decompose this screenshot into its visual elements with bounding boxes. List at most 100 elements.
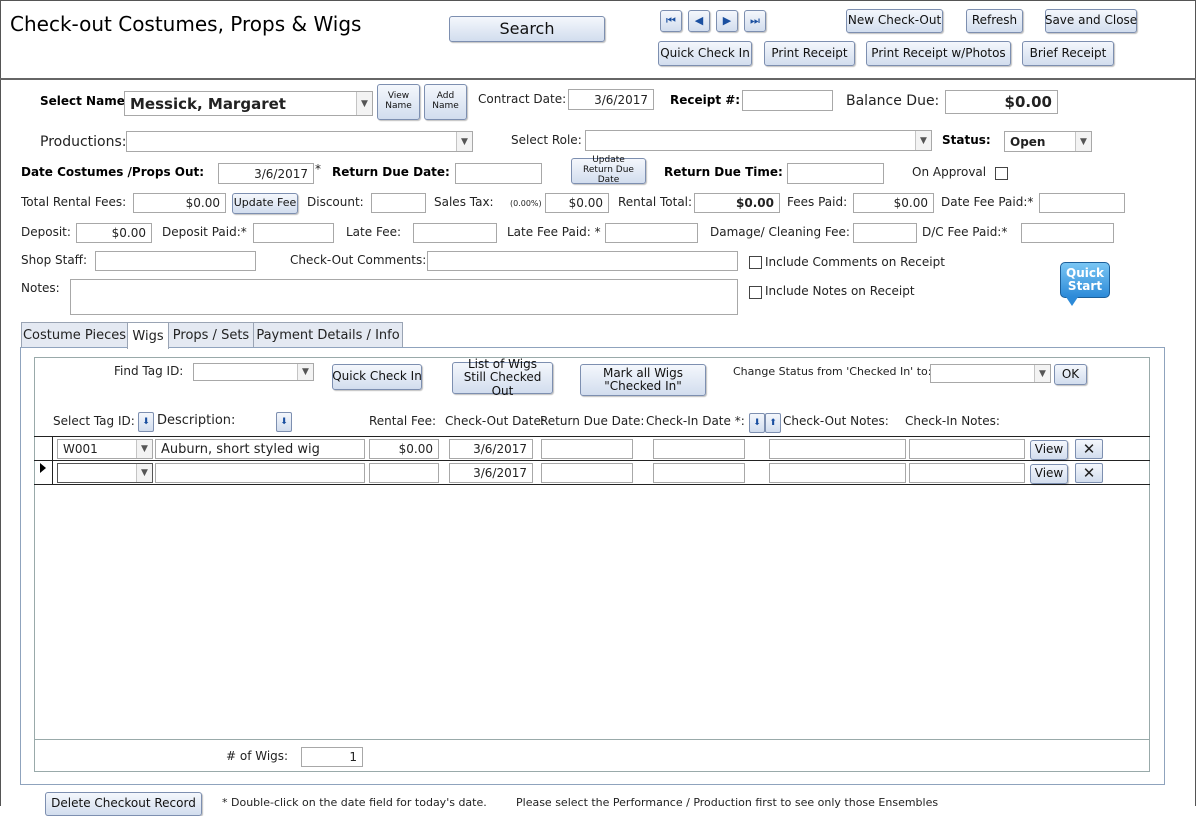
sales-tax-percent: (0.00%) [510,199,542,208]
date-fee-paid-field[interactable] [1039,193,1125,213]
row-checkout-date-field[interactable]: 3/6/2017 [449,463,533,483]
sort-checkin-down-button[interactable]: ⬇ [749,413,765,433]
row-delete-button[interactable]: ✕ [1075,463,1103,483]
return-due-date-field[interactable] [455,163,542,184]
row-description-field[interactable] [155,463,365,483]
row-checkin-date-field[interactable] [653,439,745,459]
include-notes-checkbox[interactable] [749,286,762,299]
status-label: Status: [942,133,991,147]
tab-payment-details[interactable]: Payment Details / Info [253,322,403,348]
chevron-down-icon[interactable]: ▼ [136,464,152,482]
row-rental-fee-field[interactable]: $0.00 [369,439,439,459]
row-view-button[interactable]: View [1030,464,1068,484]
row-delete-button[interactable]: ✕ [1075,439,1103,459]
row-tag-combo[interactable]: ▼ [57,463,153,483]
wigs-quick-check-in-button[interactable]: Quick Check In [332,364,422,390]
chevron-down-icon[interactable]: ▼ [136,440,152,458]
print-receipt-button[interactable]: Print Receipt [764,41,855,66]
productions-combo[interactable]: ▼ [126,131,473,152]
deposit-field[interactable]: $0.00 [76,223,152,243]
update-return-due-date-button[interactable]: Update Return Due Date [571,155,646,185]
checkout-comments-label: Check-Out Comments: [290,253,427,267]
row-return-due-date-field[interactable] [541,439,633,459]
sort-tag-button[interactable]: ⬇ [138,412,154,432]
last-record-icon: ⏭ [750,13,760,27]
return-due-time-label: Return Due Time: [664,165,783,179]
list-wigs-checked-out-button[interactable]: List of Wigs Still Checked Out [452,358,553,397]
shop-staff-field[interactable] [95,251,256,271]
chevron-down-icon[interactable]: ▼ [297,364,313,380]
sort-up-icon: ⬆ [769,418,777,428]
select-name-label: Select Name: [40,94,130,108]
search-button[interactable]: Search [449,16,605,42]
row-checkout-notes-field[interactable] [769,463,906,483]
brief-receipt-button[interactable]: Brief Receipt [1022,41,1114,66]
row-checkin-notes-field[interactable] [909,439,1025,459]
row-checkout-date-field[interactable]: 3/6/2017 [449,439,533,459]
next-record-button[interactable]: ▶ [716,10,738,32]
row-checkin-date-field[interactable] [653,463,745,483]
sort-checkin-up-button[interactable]: ⬆ [765,413,781,433]
first-record-button[interactable]: ⏮ [660,10,682,32]
checkout-comments-field[interactable] [427,251,738,271]
sort-description-button[interactable]: ⬇ [276,412,292,432]
date-out-field[interactable]: 3/6/2017 [218,163,314,184]
row-view-button[interactable]: View [1030,440,1068,460]
find-tag-combo[interactable]: ▼ [193,363,314,381]
status-combo[interactable]: Open ▼ [1004,131,1092,152]
dc-fee-paid-field[interactable] [1021,223,1114,243]
ok-button[interactable]: OK [1054,364,1087,385]
fees-paid-label: Fees Paid: [787,195,848,209]
select-role-combo[interactable]: ▼ [585,130,932,151]
mark-all-wigs-checked-in-button[interactable]: Mark all Wigs "Checked In" [580,364,706,396]
fees-paid-field[interactable]: $0.00 [853,193,934,213]
chevron-down-icon[interactable]: ▼ [456,132,472,151]
productions-label: Productions: [40,134,127,150]
sales-tax-field: $0.00 [545,193,609,213]
row-return-due-date-field[interactable] [541,463,633,483]
row-checkout-notes-field[interactable] [769,439,906,459]
last-record-button[interactable]: ⏭ [744,10,766,32]
receipt-field[interactable] [742,90,833,111]
damage-fee-field[interactable] [853,223,917,243]
previous-record-button[interactable]: ◀ [688,10,710,32]
select-name-combo[interactable]: Messick, Margaret ▼ [124,91,373,116]
contract-date-field[interactable]: 3/6/2017 [568,89,654,110]
quick-start-button[interactable]: Quick Start [1060,262,1110,298]
row-tag-combo[interactable]: W001 ▼ [57,439,153,459]
view-name-button[interactable]: View Name [377,84,420,120]
return-due-time-field[interactable] [787,163,884,184]
include-comments-checkbox[interactable] [749,256,762,269]
late-fee-paid-field[interactable] [605,223,698,243]
delete-checkout-record-button[interactable]: Delete Checkout Record [45,792,202,816]
tab-props-sets[interactable]: Props / Sets [168,322,254,348]
balance-due-field: $0.00 [945,90,1058,114]
chevron-down-icon[interactable]: ▼ [1075,132,1091,151]
save-and-close-button[interactable]: Save and Close [1045,9,1137,33]
row-checkin-notes-field[interactable] [909,463,1025,483]
add-name-button[interactable]: Add Name [424,84,467,120]
refresh-button[interactable]: Refresh [966,9,1023,33]
select-production-note: Please select the Performance / Producti… [516,796,939,809]
page-title: Check-out Costumes, Props & Wigs [10,12,362,36]
deposit-paid-field[interactable] [253,223,334,243]
tab-wigs[interactable]: Wigs [127,322,169,349]
chevron-down-icon[interactable]: ▼ [915,131,931,150]
change-status-combo[interactable]: ▼ [930,364,1051,383]
row-rental-fee-field[interactable] [369,463,439,483]
chevron-down-icon[interactable]: ▼ [356,92,372,115]
quick-check-in-button[interactable]: Quick Check In [658,41,752,66]
total-rental-label: Total Rental Fees: [21,195,127,209]
on-approval-checkbox[interactable] [995,167,1008,180]
tab-costume-pieces[interactable]: Costume Pieces [21,322,128,348]
late-fee-paid-label: Late Fee Paid: * [507,225,601,239]
late-fee-field[interactable] [413,223,497,243]
return-due-date-label: Return Due Date: [332,165,450,179]
chevron-down-icon[interactable]: ▼ [1034,365,1050,382]
new-checkout-button[interactable]: New Check-Out [846,9,943,33]
discount-field[interactable] [371,193,426,213]
notes-field[interactable] [70,279,738,315]
print-receipt-with-photos-button[interactable]: Print Receipt w/Photos [866,41,1011,66]
row-description-field[interactable]: Auburn, short styled wig [155,439,365,459]
update-fee-button[interactable]: Update Fee [232,193,298,214]
